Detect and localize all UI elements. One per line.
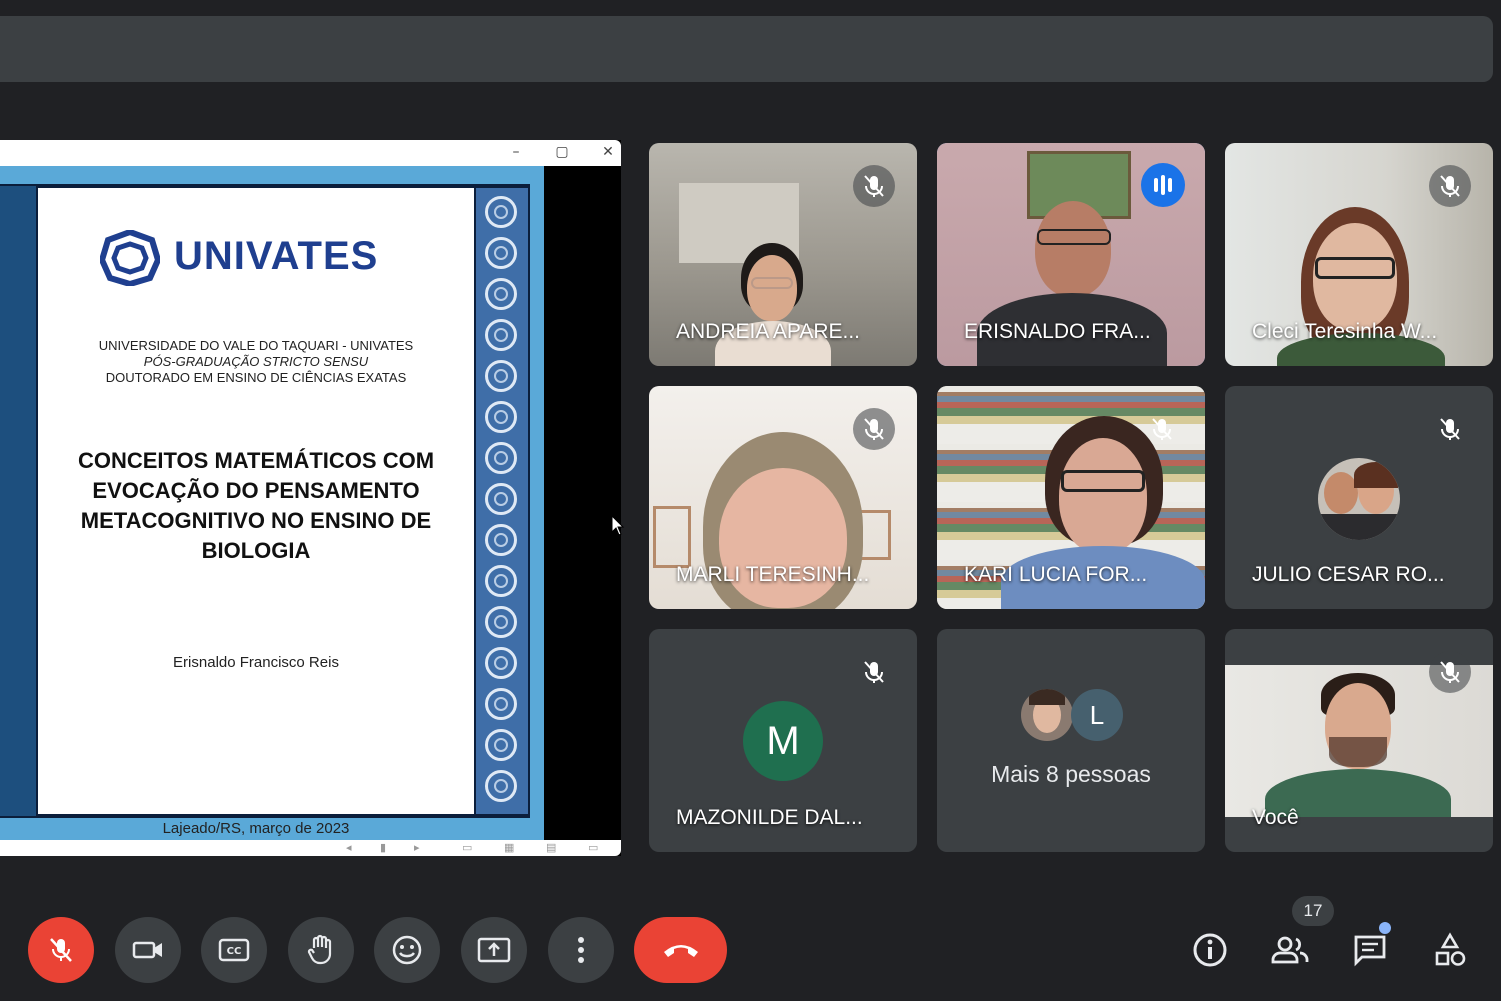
- mic-off-icon: [1429, 408, 1471, 450]
- mic-toggle-button[interactable]: [28, 917, 94, 983]
- spiral-ring: [485, 483, 517, 515]
- camera-toggle-button[interactable]: [115, 917, 181, 983]
- spiral-ring: [485, 524, 517, 556]
- slide-title: CONCEITOS MATEMÁTICOS COM EVOCAÇÃO DO PE…: [77, 448, 435, 563]
- more-options-button[interactable]: [548, 917, 614, 983]
- svg-text:CC: CC: [227, 946, 242, 957]
- participant-name: MARLI TERESINH...: [676, 563, 870, 586]
- avatar: [1021, 689, 1073, 741]
- spiral-ring: [485, 278, 517, 310]
- window-statusbar: ◂ ▮ ▸ ▭ ▦ ▤ ▭: [0, 840, 621, 856]
- view-grid-icon[interactable]: ▦: [504, 841, 514, 854]
- participant-tile-erisnaldo[interactable]: ERISNALDO FRA...: [937, 143, 1205, 366]
- view-slideshow-icon[interactable]: ▭: [588, 841, 598, 854]
- spiral-ring: [485, 196, 517, 228]
- spiral-ring: [485, 401, 517, 433]
- closed-captions-icon: CC: [218, 938, 250, 962]
- mouse-cursor-icon: [611, 515, 625, 536]
- participant-name: MAZONILDE DAL...: [676, 806, 863, 829]
- participant-tile-self[interactable]: Você: [1225, 629, 1493, 852]
- people-icon: [1271, 936, 1309, 964]
- prev-icon[interactable]: ◂: [346, 841, 352, 854]
- mic-off-icon: [853, 651, 895, 693]
- window-titlebar: – ▢ ✕: [0, 140, 621, 166]
- next-icon[interactable]: ▸: [414, 841, 420, 854]
- univates-logo-icon: [100, 230, 160, 286]
- slide-page: UNIVATES UNIVERSIDADE DO VALE DO TAQUARI…: [38, 188, 474, 837]
- mic-off-icon: [1429, 651, 1471, 693]
- top-bar: [0, 16, 1493, 82]
- people-button[interactable]: [1266, 926, 1314, 974]
- minimize-icon[interactable]: –: [504, 142, 528, 162]
- spiral-ring: [485, 770, 517, 802]
- mic-off-icon: [1141, 408, 1183, 450]
- hang-up-icon: [663, 945, 698, 957]
- mic-off-icon: [853, 408, 895, 450]
- spiral-ring: [485, 360, 517, 392]
- slide-spiral-binding: [476, 188, 528, 814]
- participant-tile-cleci[interactable]: Cleci Teresinha W...: [1225, 143, 1493, 366]
- meeting-info-button[interactable]: [1186, 926, 1234, 974]
- spiral-ring: [485, 688, 517, 720]
- mic-off-icon: [853, 165, 895, 207]
- logo-text: UNIVATES: [174, 234, 379, 278]
- emoji-icon: [392, 935, 422, 965]
- participant-name: Cleci Teresinha W...: [1252, 320, 1438, 343]
- speaking-indicator-icon: [1141, 163, 1185, 207]
- participant-name: Você: [1252, 806, 1299, 829]
- shared-screen: – ▢ ✕ UNIVATES UNIVERSIDADE DO VALE DO T…: [0, 140, 621, 856]
- view-reading-icon[interactable]: ▤: [546, 841, 556, 854]
- university-heading: UNIVERSIDADE DO VALE DO TAQUARI - UNIVAT…: [98, 338, 414, 385]
- present-screen-button[interactable]: [461, 917, 527, 983]
- captions-button[interactable]: CC: [201, 917, 267, 983]
- mic-off-icon: [50, 938, 72, 962]
- view-normal-icon[interactable]: ▭: [462, 841, 472, 854]
- spiral-ring: [485, 565, 517, 597]
- more-participants-label: Mais 8 pessoas: [991, 761, 1151, 787]
- slide-place-date: Lajeado/RS, março de 2023: [162, 820, 350, 837]
- activities-icon: [1435, 932, 1466, 966]
- slide-area: UNIVATES UNIVERSIDADE DO VALE DO TAQUARI…: [0, 166, 544, 840]
- camera-icon: [132, 941, 162, 959]
- chat-notification-dot: [1379, 922, 1391, 934]
- participant-name: ANDREIA APARE...: [676, 320, 861, 343]
- spiral-ring: [485, 647, 517, 679]
- participant-tile-andreia[interactable]: ANDREIA APARE...: [649, 143, 917, 366]
- spiral-ring: [485, 729, 517, 761]
- participant-count-badge: 17: [1292, 896, 1334, 926]
- participant-tile-marli[interactable]: MARLI TERESINH...: [649, 386, 917, 609]
- avatar: [1318, 458, 1400, 540]
- activities-button[interactable]: [1426, 926, 1474, 974]
- spiral-ring: [485, 606, 517, 638]
- page-icon[interactable]: ▮: [380, 841, 386, 854]
- participant-tile-julio[interactable]: JULIO CESAR RO...: [1225, 386, 1493, 609]
- chat-icon: [1354, 935, 1386, 967]
- spiral-ring: [485, 319, 517, 351]
- participant-name: JULIO CESAR RO...: [1252, 563, 1445, 586]
- participant-name: KARI LUCIA FOR...: [964, 563, 1148, 586]
- more-participants-avatars: L: [1021, 689, 1131, 745]
- participant-tile-mazonilde[interactable]: M MAZONILDE DAL...: [649, 629, 917, 852]
- wall-frame: [653, 506, 691, 568]
- more-participants-tile[interactable]: L Mais 8 pessoas: [937, 629, 1205, 852]
- emoji-button[interactable]: [374, 917, 440, 983]
- univates-logo: UNIVATES: [98, 230, 418, 290]
- end-call-button[interactable]: [634, 917, 727, 983]
- spiral-ring: [485, 237, 517, 269]
- maximize-icon[interactable]: ▢: [550, 142, 574, 162]
- mic-off-icon: [1429, 165, 1471, 207]
- info-icon: [1193, 933, 1227, 967]
- spiral-ring: [485, 442, 517, 474]
- raise-hand-button[interactable]: [288, 917, 354, 983]
- close-icon[interactable]: ✕: [596, 142, 620, 162]
- participant-name: ERISNALDO FRA...: [964, 320, 1151, 343]
- slide-author: Erisnaldo Francisco Reis: [173, 654, 339, 671]
- raise-hand-icon: [307, 934, 332, 965]
- present-icon: [477, 937, 511, 963]
- more-vert-icon: [578, 937, 584, 963]
- avatar: M: [743, 701, 823, 781]
- participant-tile-kari[interactable]: KARI LUCIA FOR...: [937, 386, 1205, 609]
- avatar: L: [1071, 689, 1123, 741]
